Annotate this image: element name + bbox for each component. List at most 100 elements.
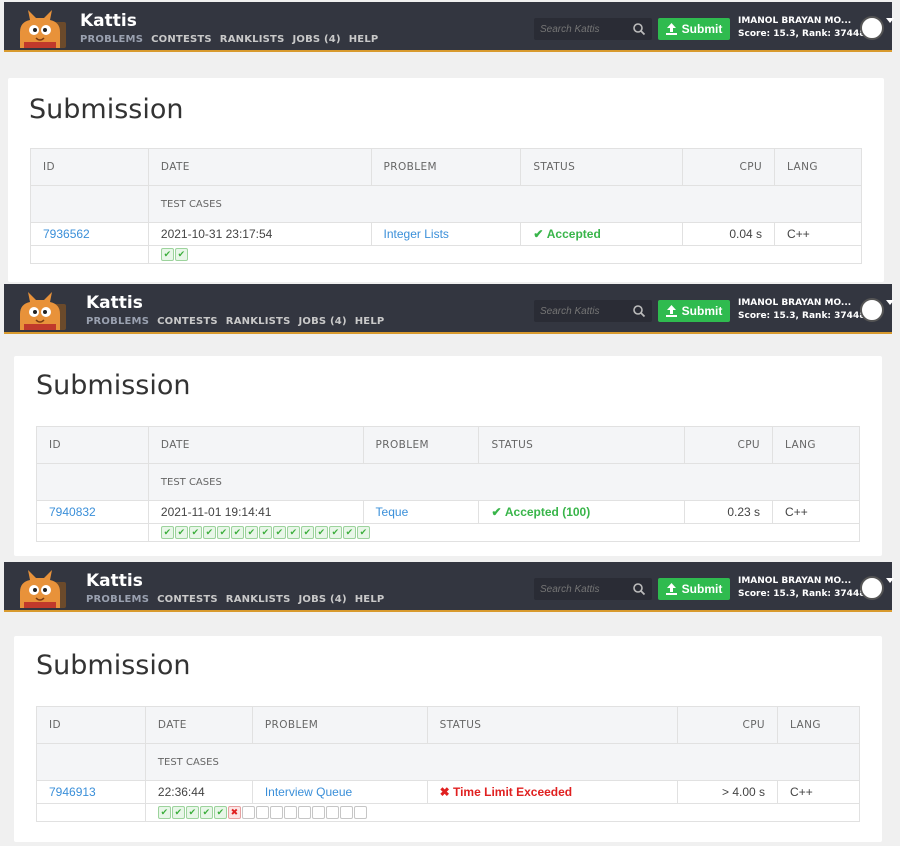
submission-id-link[interactable]: 7940832: [49, 505, 96, 519]
menu-contests[interactable]: CONTESTS: [157, 316, 218, 327]
chevron-down-icon[interactable]: [886, 578, 894, 583]
submission-id-link[interactable]: 7946913: [49, 785, 96, 799]
test-case-box-empty[interactable]: [283, 806, 297, 819]
table-row: 7940832 2021-11-01 19:14:41 Teque ✔ Acce…: [36, 500, 860, 524]
language: C++: [774, 222, 862, 246]
test-case-box-ok[interactable]: ✔: [244, 526, 258, 539]
menu-help[interactable]: HELP: [355, 594, 385, 605]
test-case-box-ok[interactable]: ✔: [213, 806, 227, 819]
search-icon[interactable]: [632, 582, 646, 596]
menu-problems[interactable]: PROBLEMS: [86, 594, 149, 605]
user-avatar[interactable]: [860, 298, 884, 322]
test-case-box-empty[interactable]: [297, 806, 311, 819]
test-case-box-ok[interactable]: ✔: [286, 526, 300, 539]
problem-link[interactable]: Teque: [376, 505, 409, 519]
menu-problems[interactable]: PROBLEMS: [80, 34, 143, 45]
menu-help[interactable]: HELP: [355, 316, 385, 327]
submit-button[interactable]: Submit: [658, 578, 730, 600]
test-case-box-bad[interactable]: ✖: [227, 806, 241, 819]
test-case-box-empty[interactable]: [339, 806, 353, 819]
test-case-boxes: ✔ ✔ ✔ ✔ ✔ ✖: [157, 806, 847, 819]
kattis-cat-logo[interactable]: [14, 8, 70, 50]
submit-label: Submit: [681, 22, 723, 36]
test-case-box-ok[interactable]: ✔: [160, 248, 174, 261]
submission-id-link[interactable]: 7936562: [43, 227, 90, 241]
menu-help[interactable]: HELP: [349, 34, 379, 45]
search-icon[interactable]: [632, 304, 646, 318]
language: C++: [777, 780, 860, 804]
menu-jobs[interactable]: JOBS (4): [292, 34, 340, 45]
problem-link[interactable]: Integer Lists: [384, 227, 449, 241]
submission-date: 22:36:44: [144, 780, 253, 804]
test-case-box-empty[interactable]: [311, 806, 325, 819]
user-info[interactable]: IMANOL BRAYAN MO... Score: 15.3, Rank: 3…: [738, 15, 865, 41]
test-case-box-ok[interactable]: ✔: [160, 526, 174, 539]
brand-name[interactable]: Kattis: [80, 11, 137, 31]
user-info[interactable]: IMANOL BRAYAN MO... Score: 15.3, Rank: 3…: [738, 575, 865, 601]
screenshot-panel-1: Kattis PROBLEMS CONTESTS RANKLISTS JOBS …: [0, 0, 900, 282]
test-case-box-ok[interactable]: ✔: [174, 248, 188, 261]
user-info[interactable]: IMANOL BRAYAN MO... Score: 15.3, Rank: 3…: [738, 297, 865, 323]
test-case-box-empty[interactable]: [241, 806, 255, 819]
test-case-box-ok[interactable]: ✔: [185, 806, 199, 819]
menu-ranklists[interactable]: RANKLISTS: [226, 594, 291, 605]
test-case-box-ok[interactable]: ✔: [188, 526, 202, 539]
test-case-box-ok[interactable]: ✔: [202, 526, 216, 539]
test-case-box-ok[interactable]: ✔: [272, 526, 286, 539]
test-case-box-ok[interactable]: ✔: [356, 526, 370, 539]
menu-problems[interactable]: PROBLEMS: [86, 316, 149, 327]
search-input[interactable]: [534, 18, 630, 40]
submission-date: 2021-11-01 19:14:41: [147, 500, 364, 524]
header-id: ID: [36, 706, 146, 744]
submission-card: Submission ID DATE PROBLEM STATUS CPU LA…: [14, 356, 882, 556]
menu-jobs[interactable]: JOBS (4): [298, 316, 346, 327]
menu-ranklists[interactable]: RANKLISTS: [226, 316, 291, 327]
test-case-box-empty[interactable]: [353, 806, 367, 819]
menu-contests[interactable]: CONTESTS: [151, 34, 212, 45]
search-input[interactable]: [534, 578, 630, 600]
header-cpu: CPU: [684, 426, 774, 464]
test-cases-header-row: TEST CASES: [36, 743, 861, 781]
test-case-box-ok[interactable]: ✔: [328, 526, 342, 539]
menu-contests[interactable]: CONTESTS: [157, 594, 218, 605]
submission-table: ID DATE PROBLEM STATUS CPU LANG TEST CAS…: [30, 148, 863, 264]
navbar: Kattis PROBLEMS CONTESTS RANKLISTS JOBS …: [4, 2, 894, 52]
user-name: IMANOL BRAYAN MO...: [738, 16, 852, 26]
menu-jobs[interactable]: JOBS (4): [298, 594, 346, 605]
test-case-box-ok[interactable]: ✔: [174, 526, 188, 539]
header-id: ID: [30, 148, 149, 186]
upload-icon: [665, 23, 677, 35]
test-case-box-ok[interactable]: ✔: [157, 806, 171, 819]
table-header-row: ID DATE PROBLEM STATUS CPU LANG: [36, 426, 860, 464]
header-problem: PROBLEM: [370, 148, 522, 186]
chevron-down-icon[interactable]: [886, 300, 894, 305]
search-icon[interactable]: [632, 22, 646, 36]
test-case-box-ok[interactable]: ✔: [171, 806, 185, 819]
test-case-box-empty[interactable]: [325, 806, 339, 819]
test-case-box-ok[interactable]: ✔: [342, 526, 356, 539]
brand-name[interactable]: Kattis: [86, 571, 143, 591]
header-lang: LANG: [774, 148, 862, 186]
problem-link[interactable]: Interview Queue: [265, 785, 352, 799]
search-input[interactable]: [534, 300, 630, 322]
brand-name[interactable]: Kattis: [86, 293, 143, 313]
search-box: [534, 18, 652, 40]
test-case-box-ok[interactable]: ✔: [230, 526, 244, 539]
test-case-box-ok[interactable]: ✔: [199, 806, 213, 819]
chevron-down-icon[interactable]: [886, 18, 894, 23]
test-case-box-empty[interactable]: [269, 806, 283, 819]
test-case-box-ok[interactable]: ✔: [258, 526, 272, 539]
test-case-box-empty[interactable]: [255, 806, 269, 819]
kattis-cat-logo[interactable]: [14, 568, 70, 610]
user-avatar[interactable]: [860, 576, 884, 600]
test-case-box-ok[interactable]: ✔: [314, 526, 328, 539]
kattis-cat-logo[interactable]: [14, 290, 70, 332]
test-case-box-ok[interactable]: ✔: [300, 526, 314, 539]
submit-button[interactable]: Submit: [658, 18, 730, 40]
submit-button[interactable]: Submit: [658, 300, 730, 322]
test-case-box-ok[interactable]: ✔: [216, 526, 230, 539]
user-avatar[interactable]: [860, 16, 884, 40]
submit-label: Submit: [681, 304, 723, 318]
menu-ranklists[interactable]: RANKLISTS: [220, 34, 285, 45]
status-cell: ✔ Accepted: [520, 222, 684, 246]
